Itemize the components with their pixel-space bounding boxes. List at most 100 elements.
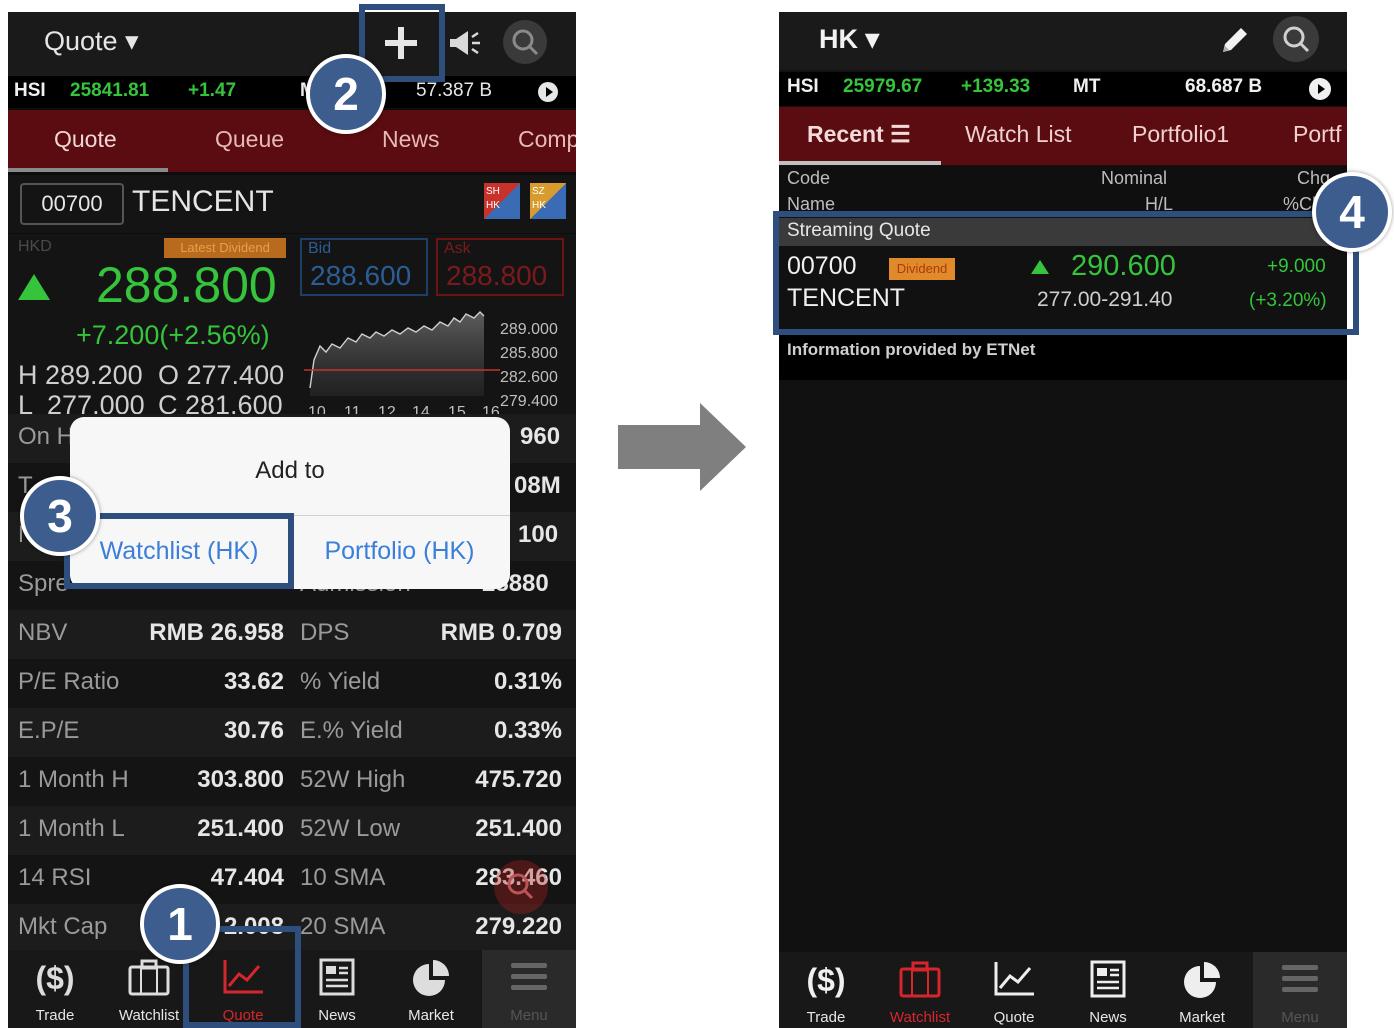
stock-code-field[interactable]: 00700 xyxy=(20,183,124,225)
bid-price: 288.600 xyxy=(310,260,412,291)
stat-label: 1 Month H xyxy=(18,766,129,793)
stat-label: 52W Low xyxy=(300,815,401,842)
nav-watchlist[interactable]: Watchlist xyxy=(873,952,967,1028)
newspaper-icon xyxy=(315,958,359,1004)
info-footer: Information provided by ETNet xyxy=(779,330,1347,380)
line-chart-icon xyxy=(992,960,1036,1006)
floating-search-button[interactable] xyxy=(494,860,548,914)
stat-label: 10 SMA xyxy=(300,864,386,891)
col-code: Code xyxy=(787,168,831,188)
market-selector[interactable]: HK ▾ xyxy=(819,24,879,55)
nav-label: Market xyxy=(1179,1009,1225,1026)
sz-hk-label: SZ HK xyxy=(532,186,546,211)
nav-label: Menu xyxy=(1281,1009,1319,1026)
trade-icon: ($) xyxy=(806,962,846,998)
tab-watch-list[interactable]: Watch List xyxy=(965,121,1072,148)
price-panel: HKD Latest Dividend 288.800 +7.200(+2.56… xyxy=(8,234,576,424)
callout-watchlist-row xyxy=(773,211,1359,335)
stats-row: 1 Month L 251.400 52W Low 251.400 xyxy=(8,806,576,855)
market-selector[interactable]: Quote ▾ xyxy=(44,26,139,57)
menu-icon xyxy=(1278,960,1322,1006)
stat-label: % Yield xyxy=(300,668,381,695)
tab-queue[interactable]: Queue xyxy=(215,126,284,153)
menu-icon xyxy=(507,958,551,1004)
trade-icon: ($) xyxy=(35,960,75,996)
edit-pencil-icon[interactable] xyxy=(1217,22,1253,58)
turnover: 57.387 B xyxy=(416,80,493,101)
play-icon[interactable] xyxy=(538,82,558,102)
mt-label: MT xyxy=(1073,76,1101,97)
index-name: HSI xyxy=(14,80,46,101)
pie-chart-icon xyxy=(1180,960,1224,1008)
stat-value: RMB 0.709 xyxy=(440,619,562,646)
nav-menu[interactable]: Menu xyxy=(482,950,576,1028)
megaphone-icon[interactable] xyxy=(448,28,482,58)
stats-row: P/E Ratio 33.62 % Yield 0.31% xyxy=(8,659,576,708)
ask-label: Ask xyxy=(444,240,471,257)
index-value: 25841.81 xyxy=(70,80,150,101)
index-ticker: HSI 25841.81 +1.47 M 57.387 B xyxy=(8,76,576,108)
nav-label: Trade xyxy=(35,1007,75,1024)
stat-label: 52W High xyxy=(300,766,406,793)
nav-market[interactable]: Market xyxy=(384,950,478,1028)
stat-label: 1 Month L xyxy=(18,815,125,842)
bid-box[interactable]: Bid 288.600 xyxy=(300,238,428,296)
stat-value: 475.720 xyxy=(475,766,562,793)
index-name: HSI xyxy=(787,76,819,97)
stat-label: DPS xyxy=(300,619,350,646)
stat-label: Spre xyxy=(18,570,69,597)
newspaper-icon xyxy=(1086,960,1130,1006)
step-badge-4: 4 xyxy=(1312,172,1392,252)
stock-header: 00700 TENCENT SH HK SZ HK xyxy=(8,175,576,233)
nav-label: News xyxy=(1089,1009,1127,1026)
stock-name: TENCENT xyxy=(132,185,274,218)
stat-value: 0.31% xyxy=(493,668,562,695)
tab-news[interactable]: News xyxy=(382,126,440,153)
stats-row: E.P/E 30.76 E.% Yield 0.33% xyxy=(8,708,576,757)
sz-hk-connect-badge: SZ HK xyxy=(530,183,566,219)
nav-news[interactable]: News xyxy=(290,950,384,1028)
nav-trade[interactable]: ($) Trade xyxy=(779,952,873,1028)
step-badge-1: 1 xyxy=(140,884,220,964)
nav-market[interactable]: Market xyxy=(1155,952,1249,1028)
nav-label: Trade xyxy=(806,1009,846,1026)
briefcase-icon xyxy=(898,960,942,1006)
stats-row: 14 RSI 47.404 10 SMA 283.460 xyxy=(8,855,576,904)
sh-hk-connect-badge: SH HK xyxy=(484,183,520,219)
stat-value: 30.76 xyxy=(223,717,284,744)
col-nominal: Nominal xyxy=(1101,168,1168,188)
turnover: 68.687 B xyxy=(1185,76,1263,97)
tab-portfolio1[interactable]: Portfolio1 xyxy=(1132,121,1229,148)
index-change: +139.33 xyxy=(961,76,1031,97)
nav-label: Watchlist xyxy=(889,1009,951,1026)
stat-label: NBV xyxy=(18,619,68,646)
stat-label: E.P/E xyxy=(18,717,80,744)
search-icon[interactable] xyxy=(503,20,547,64)
y-tick: 289.000 xyxy=(500,321,558,338)
ask-box[interactable]: Ask 288.800 xyxy=(436,238,564,296)
portfolio-option-button[interactable]: Portfolio (HK) xyxy=(289,537,510,566)
tab-quote[interactable]: Quote xyxy=(54,126,117,153)
stat-label: E.% Yield xyxy=(300,717,403,744)
intraday-chart[interactable] xyxy=(304,308,500,398)
nav-trade[interactable]: ($) Trade xyxy=(8,950,102,1028)
tab-comp[interactable]: Comp xyxy=(518,126,576,153)
open-price: O 277.400 xyxy=(158,360,285,390)
nav-menu[interactable]: Menu xyxy=(1253,952,1347,1028)
stat-value: 47.404 xyxy=(210,864,284,891)
up-arrow-icon xyxy=(18,274,50,300)
y-tick: 282.600 xyxy=(500,369,558,386)
nav-news[interactable]: News xyxy=(1061,952,1155,1028)
nav-quote[interactable]: Quote xyxy=(967,952,1061,1028)
nav-label: Quote xyxy=(993,1009,1035,1026)
tab-recent[interactable]: Recent ☰ xyxy=(807,121,911,148)
stat-label: Mkt Cap xyxy=(18,913,108,940)
last-price: 288.800 xyxy=(96,257,277,313)
stats-row: NBV RMB 26.958 DPS RMB 0.709 xyxy=(8,610,576,659)
play-icon[interactable] xyxy=(1309,78,1331,100)
right-arrow-icon xyxy=(618,403,748,498)
search-icon[interactable] xyxy=(1273,16,1319,62)
latest-dividend-badge[interactable]: Latest Dividend xyxy=(164,238,286,258)
tab-portfolio2[interactable]: Portf xyxy=(1293,121,1342,148)
sh-hk-label: SH HK xyxy=(486,186,500,211)
